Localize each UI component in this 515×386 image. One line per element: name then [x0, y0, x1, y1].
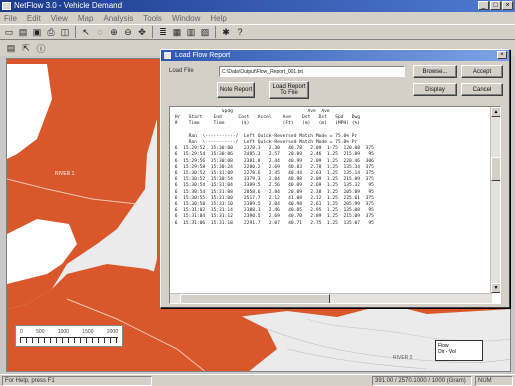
zoom-in-icon[interactable]: ⊕: [108, 26, 120, 38]
report-icon[interactable]: ▧: [199, 26, 211, 38]
scale-tick-label: 500: [36, 329, 45, 335]
legend-line: Dir - Vol: [438, 349, 456, 355]
app-title: NetFlow 3.0 - Vehicle Demand: [14, 1, 123, 10]
info-icon[interactable]: ⓘ: [35, 42, 47, 54]
dialog-title-bar[interactable]: Load Flow Report ×: [161, 50, 509, 61]
horizontal-scrollbar[interactable]: [170, 293, 492, 303]
save-icon[interactable]: ▣: [31, 26, 43, 38]
open-icon[interactable]: ▤: [17, 26, 29, 38]
toolbar-separator: [152, 26, 153, 38]
chart-icon[interactable]: ▥: [185, 26, 197, 38]
note-report-button[interactable]: Note Report: [217, 82, 255, 98]
menu-help[interactable]: Help: [210, 14, 226, 23]
status-help-text: For Help, press F1: [2, 376, 152, 386]
window-controls: _ □ ×: [478, 1, 513, 10]
status-coordinates: 391.00 / 2570.1000 / 1000 (Gram): [372, 376, 472, 386]
app-icon: [2, 2, 11, 10]
print-icon[interactable]: ⎙: [45, 26, 57, 38]
horizontal-scroll-thumb[interactable]: [180, 294, 330, 303]
select-icon[interactable]: ⇱: [20, 42, 32, 54]
map-label: RIVER 1: [55, 171, 75, 177]
file-path-input[interactable]: [219, 66, 405, 77]
zoom-out-icon[interactable]: ⊖: [122, 26, 134, 38]
map-label: RIVER 2: [393, 355, 413, 361]
cancel-button[interactable]: Cancel: [461, 83, 503, 96]
report-view[interactable]: Spdg Ave Ave Hr Start End Cost Accel Ave…: [169, 106, 501, 304]
load-flow-report-dialog: Load Flow Report × Load File Browse... A…: [160, 49, 510, 308]
dialog-icon: [164, 52, 171, 59]
map-legend: Flow Dir - Vol: [435, 340, 483, 361]
dialog-close-button[interactable]: ×: [497, 51, 507, 59]
vertical-scrollbar[interactable]: ▲ ▼: [490, 107, 500, 293]
maximize-button[interactable]: □: [490, 1, 501, 10]
menu-view[interactable]: View: [51, 14, 68, 23]
menu-map[interactable]: Map: [78, 14, 94, 23]
lasso-icon[interactable]: ◌: [94, 26, 106, 38]
table-icon[interactable]: ▦: [171, 26, 183, 38]
scale-tick-label: 1000: [57, 329, 69, 335]
report-line: 6 15:31:06 15:31:18 2291.7 2.07 40.71 2.…: [172, 220, 374, 226]
scroll-down-icon[interactable]: ▼: [491, 283, 500, 293]
scale-tick-label: 0: [20, 329, 23, 335]
browse-button[interactable]: Browse...: [413, 65, 457, 78]
toolbar-separator: [75, 26, 76, 38]
load-report-to-file-button[interactable]: Load Report To File: [269, 81, 309, 99]
scale-bar: 0 500 1000 1500 2000: [15, 325, 123, 347]
help-icon[interactable]: ?: [234, 26, 246, 38]
scale-tick-labels: 0 500 1000 1500 2000: [20, 329, 118, 335]
layers-icon[interactable]: ▤: [5, 42, 17, 54]
vertical-scroll-thumb[interactable]: [491, 157, 500, 181]
scroll-up-icon[interactable]: ▲: [491, 107, 500, 117]
pointer-icon[interactable]: ↖: [80, 26, 92, 38]
layer-icon[interactable]: ≣: [157, 26, 169, 38]
status-num: NUM: [475, 376, 513, 386]
menu-analysis[interactable]: Analysis: [103, 14, 133, 23]
main-toolbar: ▭ ▤ ▣ ⎙ ◫ ↖ ◌ ⊕ ⊖ ✥ ≣ ▦ ▥ ▧ ✱?: [0, 24, 515, 40]
app-title-bar: NetFlow 3.0 - Vehicle Demand _ □ ×: [0, 0, 515, 12]
scale-line: [20, 337, 118, 343]
preview-icon[interactable]: ◫: [59, 26, 71, 38]
dialog-title: Load Flow Report: [175, 52, 231, 59]
status-bar: For Help, press F1 391.00 / 2570.1000 / …: [0, 374, 515, 386]
map-region-land-inlet: [7, 219, 77, 284]
menu-edit[interactable]: Edit: [27, 14, 41, 23]
scale-tick-label: 2000: [106, 329, 118, 335]
pan-icon[interactable]: ✥: [136, 26, 148, 38]
minimize-button[interactable]: _: [478, 1, 489, 10]
display-button[interactable]: Display: [413, 83, 457, 96]
toolbar-separator: [215, 26, 216, 38]
file-label: Load File: [169, 68, 194, 74]
settings-icon[interactable]: ✱: [220, 26, 232, 38]
map-contour: [306, 318, 510, 342]
menu-window[interactable]: Window: [172, 14, 200, 23]
new-icon[interactable]: ▭: [3, 26, 15, 38]
scale-tick-label: 1500: [82, 329, 94, 335]
menu-bar: File Edit View Map Analysis Tools Window…: [0, 12, 515, 24]
close-button[interactable]: ×: [502, 1, 513, 10]
menu-tools[interactable]: Tools: [143, 14, 162, 23]
report-text: Spdg Ave Ave Hr Start End Cost Accel Ave…: [172, 109, 492, 289]
accept-button[interactable]: Accept: [461, 65, 503, 78]
menu-file[interactable]: File: [4, 14, 17, 23]
